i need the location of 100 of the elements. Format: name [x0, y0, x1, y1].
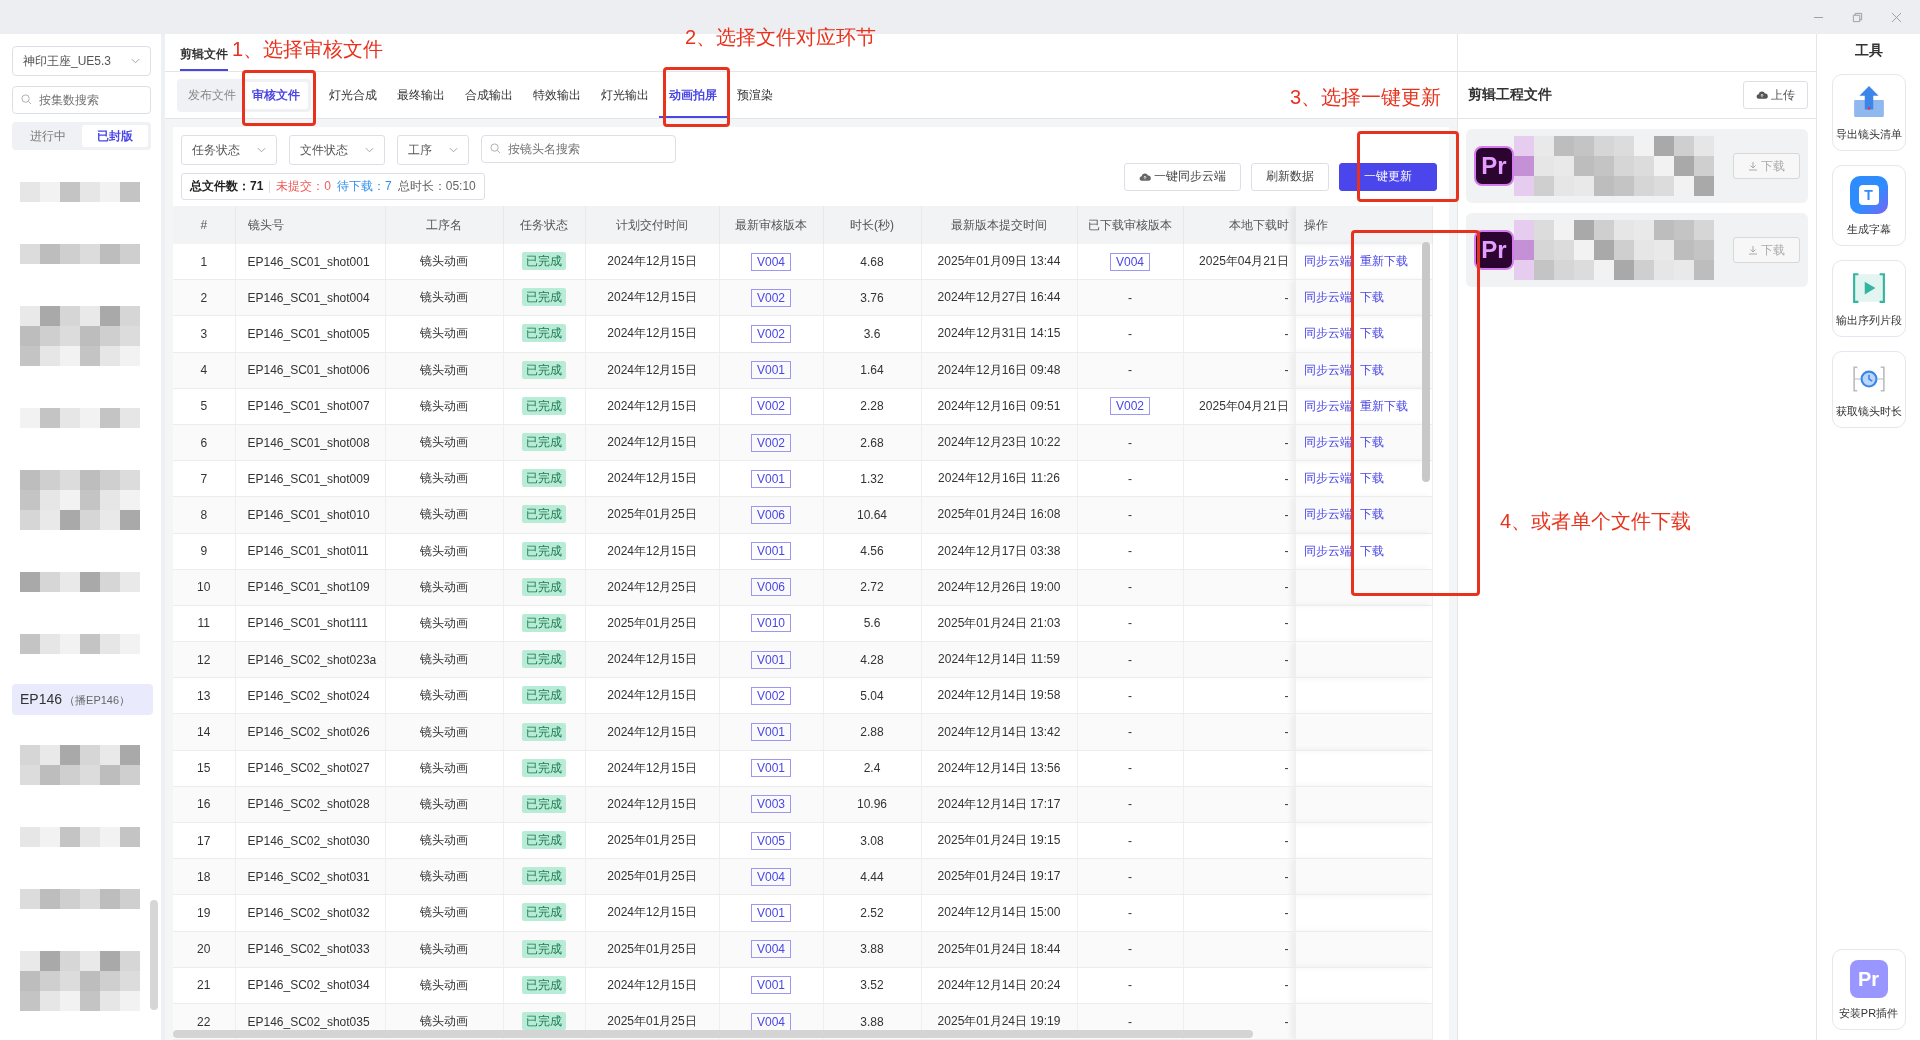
- table-cell: 镜头动画: [385, 713, 503, 751]
- download-icon: [1748, 245, 1758, 255]
- table-cell: 2024年12月23日 10:22: [921, 424, 1077, 461]
- version-tag: V001: [751, 650, 791, 669]
- total-duration: 总时长：05:10: [397, 178, 476, 195]
- filter-dropdown[interactable]: 工序: [397, 135, 469, 165]
- scrollbar[interactable]: [173, 1030, 1253, 1038]
- refresh-button[interactable]: 刷新数据: [1251, 162, 1329, 191]
- action-link[interactable]: 同步云端: [1303, 326, 1352, 341]
- table-cell: 4.56: [823, 533, 921, 570]
- version-tag: V002: [751, 288, 791, 307]
- scrollbar[interactable]: [150, 900, 158, 1010]
- action-link[interactable]: 同步云端: [1303, 507, 1352, 522]
- table-cell: 5: [173, 388, 235, 425]
- table-cell: -: [1183, 967, 1295, 1004]
- action-link[interactable]: 同步云端: [1303, 435, 1352, 450]
- table-cell: EP146_SC02_shot032: [235, 894, 385, 932]
- table-cell: 16: [173, 786, 235, 823]
- table-cell: 5.04: [823, 677, 921, 714]
- table-cell: 2024年12月15日: [585, 677, 719, 714]
- version-tag: V001: [751, 542, 791, 561]
- tool-button[interactable]: 导出镜头清单: [1831, 74, 1906, 151]
- stage-tab[interactable]: 预渲染: [727, 72, 783, 118]
- upload-button[interactable]: 上传: [1743, 81, 1808, 109]
- table-cell: -: [1077, 569, 1183, 606]
- table-cell: 镜头动画: [385, 496, 503, 533]
- restore-icon[interactable]: [1852, 11, 1863, 23]
- action-link[interactable]: 同步云端: [1303, 290, 1352, 305]
- filter-dropdown[interactable]: 文件状态: [289, 135, 385, 165]
- stage-tab[interactable]: 灯光输出: [591, 72, 659, 118]
- scrollbar[interactable]: [1422, 242, 1430, 482]
- close-icon[interactable]: [1891, 11, 1902, 23]
- status-tag: 已完成: [522, 613, 566, 632]
- stage-tab[interactable]: 灯光合成: [319, 72, 387, 118]
- table-cell: 2025年01月24日 16:08: [921, 496, 1077, 533]
- tool-button[interactable]: Pr 安装PR插件: [1831, 949, 1906, 1030]
- panel-title: 工具: [1854, 42, 1883, 60]
- segment-tab[interactable]: 进行中: [15, 125, 82, 147]
- stage-tab[interactable]: 特效输出: [523, 72, 591, 118]
- tool-button[interactable]: T 生成字幕: [1831, 165, 1906, 246]
- column-header: 本地下载时: [1183, 206, 1295, 244]
- main-tab[interactable]: 剪辑文件: [180, 46, 228, 71]
- table-cell: 2024年12月15日: [585, 894, 719, 932]
- table-cell: -: [1077, 750, 1183, 787]
- table-cell: -: [1077, 424, 1183, 461]
- table-cell: 2025年01月24日 19:15: [921, 822, 1077, 859]
- table-cell: 2024年12月27日 16:44: [921, 279, 1077, 316]
- status-tag: 已完成: [522, 324, 566, 343]
- action-link[interactable]: 下载: [1359, 543, 1384, 558]
- segment-tab[interactable]: 已封版: [81, 125, 148, 147]
- sync-cloud-button[interactable]: 一键同步云端: [1124, 162, 1241, 191]
- table-cell: 2024年12月14日 20:24: [921, 967, 1077, 1004]
- status-tag: 已完成: [522, 252, 566, 271]
- table-cell: 2024年12月16日 11:26: [921, 460, 1077, 497]
- version-tag: V002: [751, 324, 791, 343]
- stage-tab[interactable]: 最终输出: [387, 72, 455, 118]
- tool-button[interactable]: 输出序列片段: [1831, 260, 1906, 337]
- table-cell: 镜头动画: [385, 750, 503, 787]
- table-cell: 2024年12月15日: [585, 533, 719, 570]
- table-cell: EP146_SC01_shot010: [235, 496, 385, 533]
- column-header: 镜头号: [235, 206, 385, 244]
- update-all-button[interactable]: 一键更新: [1339, 162, 1437, 191]
- action-link[interactable]: 下载: [1359, 471, 1384, 486]
- table-cell: 10: [173, 569, 235, 606]
- action-link[interactable]: 下载: [1359, 435, 1384, 450]
- total-count: 总文件数：71: [190, 178, 264, 195]
- action-link[interactable]: 重新下载: [1359, 398, 1408, 413]
- episode-item[interactable]: EP146（播EP146）: [12, 684, 153, 715]
- cloud-upload-icon: [1756, 90, 1768, 100]
- filter-dropdown[interactable]: 任务状态: [181, 135, 277, 165]
- table-cell: EP146_SC01_shot009: [235, 460, 385, 497]
- action-link[interactable]: 下载: [1359, 362, 1384, 377]
- action-link[interactable]: 重新下载: [1359, 254, 1408, 269]
- table-cell: -: [1077, 279, 1183, 316]
- action-link[interactable]: 同步云端: [1303, 362, 1352, 377]
- table-cell: 镜头动画: [385, 244, 503, 280]
- search-field[interactable]: 按镜头名搜索: [481, 135, 676, 163]
- action-link[interactable]: 同步云端: [1303, 398, 1352, 413]
- action-link[interactable]: 同步云端: [1303, 471, 1352, 486]
- action-link[interactable]: 同步云端: [1303, 543, 1352, 558]
- table-cell: 2024年12月15日: [585, 279, 719, 316]
- caret-icon: [449, 147, 458, 153]
- search-field[interactable]: 按集数搜索: [12, 86, 151, 114]
- caret-icon: [257, 147, 266, 153]
- table-cell: -: [1077, 641, 1183, 678]
- table-cell: 镜头动画: [385, 279, 503, 316]
- premiere-icon: Pr: [1849, 960, 1888, 998]
- action-link[interactable]: 下载: [1359, 290, 1384, 305]
- status-tag: 已完成: [522, 903, 566, 922]
- file-type-tab[interactable]: 审核文件: [244, 81, 308, 109]
- tool-button[interactable]: 获取镜头时长: [1831, 351, 1906, 428]
- table-cell: EP146_SC02_shot031: [235, 858, 385, 895]
- unsubmitted-count: 未提交：0: [276, 178, 332, 195]
- status-tag: 已完成: [522, 577, 566, 596]
- action-link[interactable]: 同步云端: [1303, 254, 1352, 269]
- table-cell: 4.44: [823, 858, 921, 895]
- action-link[interactable]: 下载: [1359, 326, 1384, 341]
- project-select[interactable]: 神印王座_UE5.3: [12, 46, 151, 76]
- stage-tab[interactable]: 合成输出: [455, 72, 523, 118]
- action-link[interactable]: 下载: [1359, 507, 1384, 522]
